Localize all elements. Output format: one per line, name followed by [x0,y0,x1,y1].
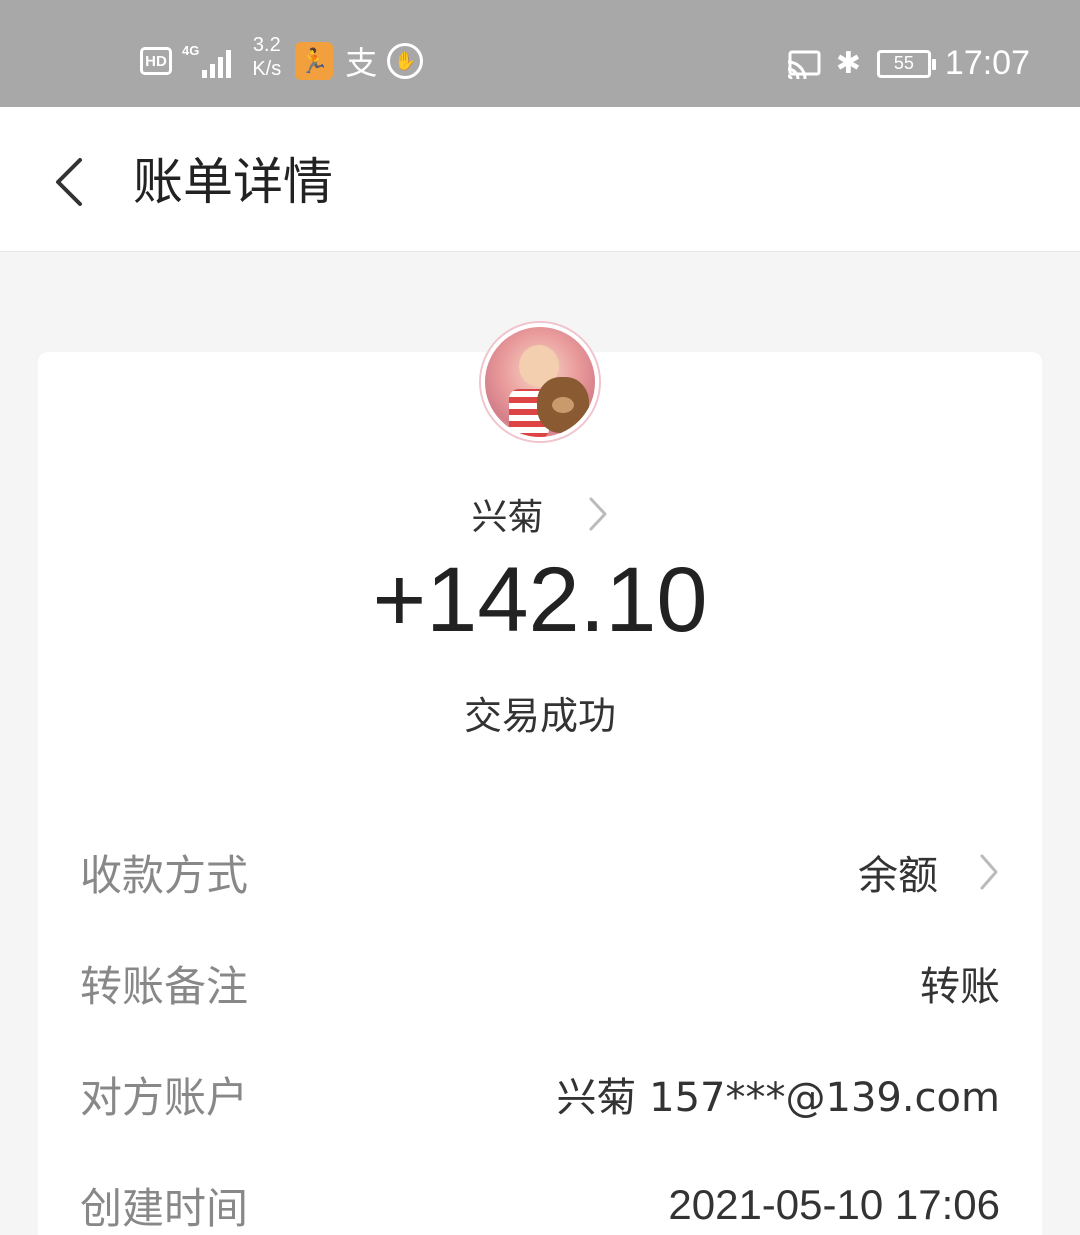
detail-row-payment-method[interactable]: 收款方式 余额 [80,842,1000,902]
network-speed-unit: K/s [252,58,282,80]
status-time: 17:07 [944,44,1030,82]
network-speed-value: 3.2 [252,34,281,56]
amount: +142.10 [372,549,708,651]
running-app-icon: 🏃 [295,42,334,80]
hand-icon: ✋ [387,43,424,79]
status-bar: HD 4G 3.2 K/s 🏃 支 ✋ ✱ 55 17:07 [0,0,1080,107]
status-left-group: HD 4G 3.2 K/s 🏃 支 ✋ [140,34,424,84]
network-speed: 3.2 K/s [252,33,281,81]
signal-icon: 4G [182,44,234,78]
detail-value-text: 余额 [858,853,938,899]
detail-label: 对方账户 [80,1072,249,1122]
chevron-left-icon [56,158,82,206]
payer-name: 兴菊 [471,497,544,538]
detail-row-transfer-note: 转账备注 转账 [80,953,1000,1013]
detail-value: 兴菊 157***@139.com [556,1075,1000,1121]
detail-label: 创建时间 [80,1183,249,1233]
detail-value: 余额 [858,843,1000,901]
detail-row-counterparty-account: 对方账户 兴菊 157***@139.com [80,1064,1000,1124]
detail-value: 2021-05-10 17:06 [668,1181,1000,1229]
transaction-status: 交易成功 [463,694,616,738]
detail-value-text: 2021-05-10 17:06 [668,1181,1000,1228]
detail-value: 转账 [920,964,1000,1010]
avatar[interactable] [481,323,599,441]
detail-label: 收款方式 [80,850,249,900]
chevron-right-icon [980,854,998,890]
network-type: 4G [182,43,200,58]
status-right-group: ✱ 55 17:07 [786,44,1030,83]
detail-row-created-time: 创建时间 2021-05-10 17:06 [80,1175,1000,1235]
payer-name-row[interactable]: 兴菊 [0,488,1080,540]
battery-level: 55 [893,53,914,73]
hd-icon: HD [140,47,172,75]
cast-icon [787,50,821,79]
page-title: 账单详情 [133,153,333,211]
chevron-right-icon [589,497,607,531]
battery-icon: 55 [876,49,936,78]
back-button[interactable] [40,147,100,217]
nav-bar: 账单详情 [0,107,1080,252]
alipay-zhi-icon: 支 [345,44,378,82]
detail-label: 转账备注 [80,961,249,1011]
bluetooth-icon: ✱ [835,45,861,81]
